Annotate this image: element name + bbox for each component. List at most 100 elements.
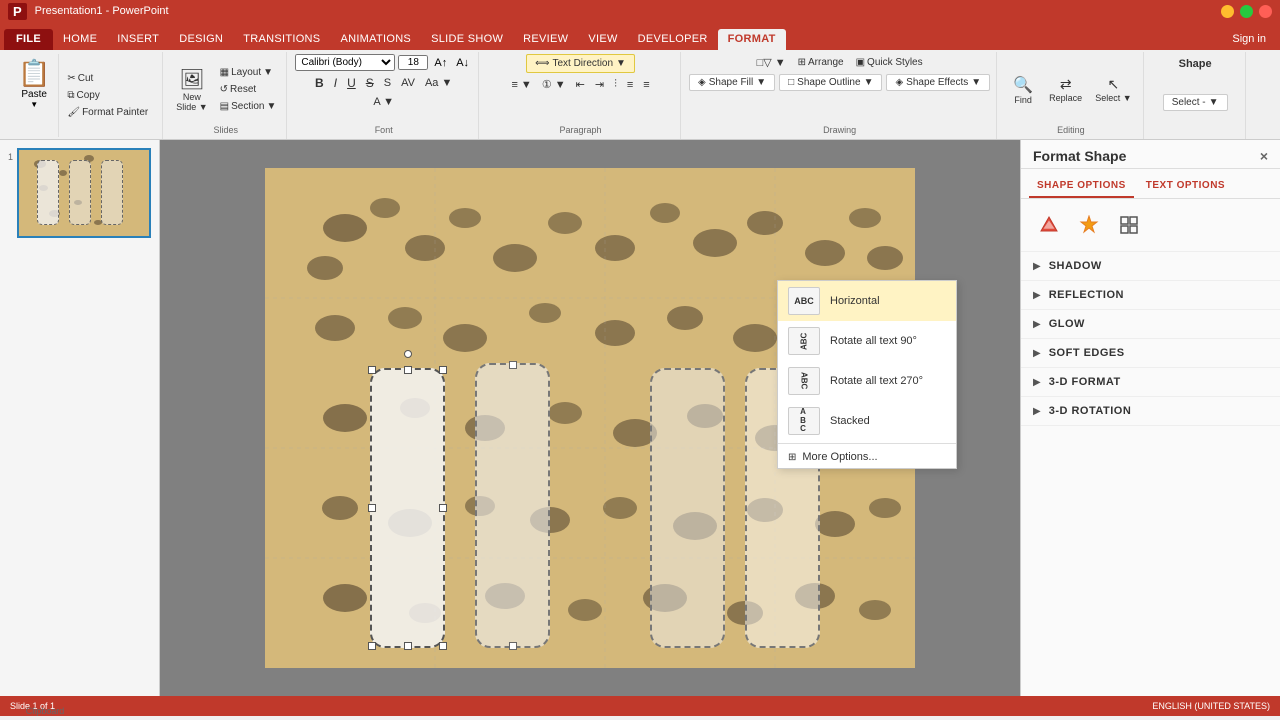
handle-m-bottom[interactable] bbox=[509, 642, 517, 650]
arrange-btn[interactable]: ⊞ Arrange bbox=[794, 55, 848, 70]
font-shrink-btn[interactable]: A↓ bbox=[453, 56, 472, 70]
glow-section[interactable]: ▶ GLOW bbox=[1021, 310, 1280, 339]
replace-button[interactable]: ⇄ Replace bbox=[1044, 73, 1087, 106]
3d-format-section[interactable]: ▶ 3-D FORMAT bbox=[1021, 368, 1280, 397]
copy-button[interactable]: ⧉ Copy bbox=[63, 88, 152, 103]
tab-text-options[interactable]: TEXT OPTIONS bbox=[1138, 175, 1233, 198]
direction-rotate270[interactable]: ABC Rotate all text 270° bbox=[778, 361, 956, 401]
bold-button[interactable]: B bbox=[311, 74, 328, 92]
slides-group-content: 🖼 NewSlide ▼ ▦ Layout ▼ ↺ Reset ▤ Sectio… bbox=[171, 54, 280, 125]
tab-file[interactable]: FILE bbox=[4, 29, 53, 50]
rotate270-label: Rotate all text 270° bbox=[830, 375, 923, 387]
paragraph-label: Paragraph bbox=[560, 125, 602, 137]
shadow-section[interactable]: ▶ SHADOW bbox=[1021, 252, 1280, 281]
fill-line-icon-btn[interactable] bbox=[1033, 209, 1065, 241]
handle-bl[interactable] bbox=[368, 642, 376, 650]
find-button[interactable]: 🔍 Find bbox=[1005, 72, 1041, 108]
minimize-btn[interactable] bbox=[1221, 5, 1234, 18]
layout-button[interactable]: ▦ Layout ▼ bbox=[216, 65, 281, 80]
shape-fill-btn[interactable]: ◈ Shape Fill ▼ bbox=[689, 74, 775, 91]
size-props-icon-btn[interactable] bbox=[1113, 209, 1145, 241]
shadow-text-button[interactable]: S bbox=[380, 75, 395, 91]
font-grow-btn[interactable]: A↑ bbox=[431, 56, 450, 70]
handle-top[interactable] bbox=[404, 366, 412, 374]
tab-shape-options[interactable]: SHAPE OPTIONS bbox=[1029, 175, 1134, 198]
select-button[interactable]: ↖ Select ▼ bbox=[1090, 73, 1136, 106]
stacked-label: Stacked bbox=[830, 415, 870, 427]
char-spacing-button[interactable]: AV bbox=[397, 75, 419, 91]
3d-rotation-section[interactable]: ▶ 3-D ROTATION bbox=[1021, 397, 1280, 426]
tab-developer[interactable]: DEVELOPER bbox=[628, 29, 718, 50]
font-row3: A ▼ bbox=[369, 94, 398, 110]
font-size-input[interactable] bbox=[398, 55, 428, 70]
quick-styles-icon: ▣ bbox=[856, 57, 865, 68]
direction-rotate90[interactable]: ABC Rotate all text 90° bbox=[778, 321, 956, 361]
stacked-icon: ABC bbox=[788, 407, 820, 435]
shape-right-1[interactable] bbox=[650, 368, 725, 648]
decrease-indent-btn[interactable]: ⇤ bbox=[572, 76, 589, 93]
change-case-button[interactable]: Aa ▼ bbox=[421, 75, 456, 91]
format-painter-button[interactable]: 🖌 Format Painter bbox=[63, 105, 152, 120]
underline-button[interactable]: U bbox=[343, 74, 360, 92]
font-color-button[interactable]: A ▼ bbox=[369, 94, 398, 110]
italic-button[interactable]: I bbox=[330, 74, 341, 92]
soft-edges-section[interactable]: ▶ SOFT EDGES bbox=[1021, 339, 1280, 368]
handle-rotate[interactable] bbox=[404, 350, 412, 358]
more-options-item[interactable]: ⊞ More Options... bbox=[778, 446, 956, 468]
ribbon: 📋 Paste ▼ ✂ Cut ⧉ Copy 🖌 Format Painter … bbox=[0, 50, 1280, 140]
select-dropdown-btn[interactable]: Select - ▼ bbox=[1163, 94, 1228, 111]
numbering-btn[interactable]: ① ▼ bbox=[538, 76, 570, 93]
align-center-btn[interactable]: ≡ bbox=[639, 77, 653, 93]
tab-slideshow[interactable]: SLIDE SHOW bbox=[421, 29, 513, 50]
tab-format[interactable]: FORMAT bbox=[718, 29, 786, 50]
tab-transitions[interactable]: TRANSITIONS bbox=[233, 29, 330, 50]
reflection-section[interactable]: ▶ REFLECTION bbox=[1021, 281, 1280, 310]
tab-review[interactable]: REVIEW bbox=[513, 29, 578, 50]
shadow-label: SHADOW bbox=[1049, 260, 1102, 272]
shape-middle[interactable] bbox=[475, 363, 550, 648]
handle-tl[interactable] bbox=[368, 366, 376, 374]
section-button[interactable]: ▤ Section ▼ bbox=[216, 99, 281, 114]
shapes-btn[interactable]: □▽ ▼ bbox=[753, 54, 790, 71]
direction-stacked[interactable]: ABC Stacked bbox=[778, 401, 956, 441]
handle-m-top[interactable] bbox=[509, 361, 517, 369]
reset-button[interactable]: ↺ Reset bbox=[216, 82, 281, 97]
paste-button[interactable]: 📋 Paste ▼ bbox=[10, 54, 59, 137]
text-direction-button[interactable]: ⟺ Text Direction ▼ bbox=[526, 54, 635, 73]
quick-styles-btn[interactable]: ▣ Quick Styles bbox=[852, 55, 927, 70]
tab-view[interactable]: VIEW bbox=[578, 29, 627, 50]
dropdown-divider bbox=[778, 443, 956, 444]
handle-left[interactable] bbox=[368, 504, 376, 512]
tab-design[interactable]: DESIGN bbox=[169, 29, 233, 50]
strikethrough-button[interactable]: S bbox=[362, 74, 378, 92]
font-family-select[interactable]: Calibri (Body) bbox=[295, 54, 395, 71]
sign-in-btn[interactable]: Sign in bbox=[1222, 29, 1276, 50]
maximize-btn[interactable] bbox=[1240, 5, 1253, 18]
direction-horizontal[interactable]: ABC Horizontal bbox=[778, 281, 956, 321]
tab-insert[interactable]: INSERT bbox=[107, 29, 169, 50]
handle-right[interactable] bbox=[439, 504, 447, 512]
format-shape-close[interactable]: × bbox=[1260, 148, 1268, 164]
handle-bottom[interactable] bbox=[404, 642, 412, 650]
effects-icon-btn[interactable] bbox=[1073, 209, 1105, 241]
new-slide-button[interactable]: 🖼 NewSlide ▼ bbox=[171, 64, 212, 115]
bullets-btn[interactable]: ≡ ▼ bbox=[507, 77, 535, 93]
soft-edges-label: SOFT EDGES bbox=[1049, 347, 1125, 359]
shape-effects-btn[interactable]: ◈ Shape Effects ▼ bbox=[886, 74, 990, 91]
slide-thumbnail-1[interactable] bbox=[17, 148, 151, 238]
paste-icon: 📋 bbox=[18, 58, 50, 89]
cut-button[interactable]: ✂ Cut bbox=[63, 71, 152, 86]
main-area: 1 bbox=[0, 140, 1280, 696]
para-row2: ≡ ▼ ① ▼ ⇤ ⇥ ⫶ ≡ ≡ bbox=[507, 76, 653, 93]
close-btn[interactable] bbox=[1259, 5, 1272, 18]
shape-outline-btn[interactable]: □ Shape Outline ▼ bbox=[779, 74, 882, 91]
soft-edges-arrow: ▶ bbox=[1033, 348, 1041, 359]
col-btn[interactable]: ⫶ bbox=[610, 76, 621, 93]
increase-indent-btn[interactable]: ⇥ bbox=[591, 76, 608, 93]
align-left-btn[interactable]: ≡ bbox=[623, 77, 637, 93]
handle-tr[interactable] bbox=[439, 366, 447, 374]
tab-animations[interactable]: ANIMATIONS bbox=[330, 29, 421, 50]
shape-left-selected[interactable] bbox=[370, 368, 445, 648]
handle-br[interactable] bbox=[439, 642, 447, 650]
tab-home[interactable]: HOME bbox=[53, 29, 107, 50]
